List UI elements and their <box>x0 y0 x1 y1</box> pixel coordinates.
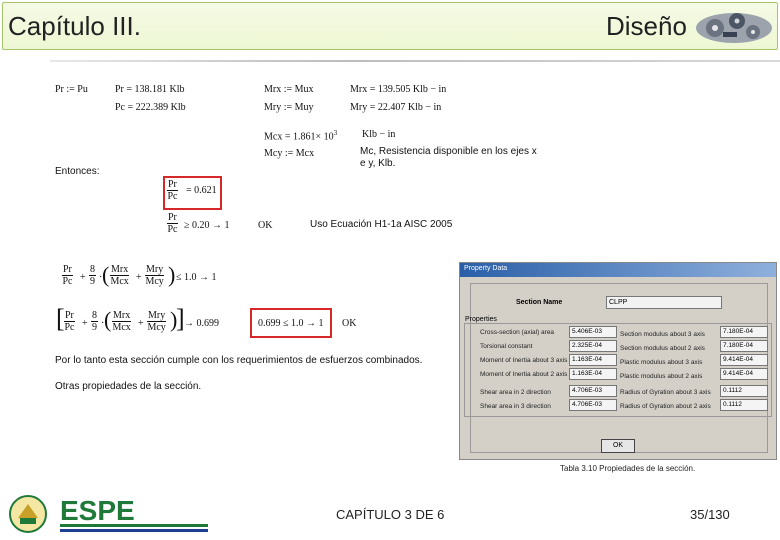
prop-label: Section modulus about 3 axis <box>620 331 705 338</box>
boxed-result: 0.699 ≤ 1.0 → 1 <box>258 318 324 329</box>
prop-value[interactable]: 9.414E-04 <box>720 354 768 366</box>
prop-label: Radius of Gyration about 3 axis <box>620 389 711 396</box>
expr2-plus: + <box>82 318 88 329</box>
prop-value[interactable]: 5.406E-03 <box>569 326 617 338</box>
prop-label: Radius of Gyration about 2 axis <box>620 403 711 410</box>
expr1-mrx-mcx: Mrx Mcx <box>110 264 130 287</box>
prop-value[interactable]: 1.163E-04 <box>569 354 617 366</box>
pc-value: Pc = 222.389 Klb <box>115 102 186 113</box>
expr1-plus-2: + <box>136 272 142 283</box>
section-name-field[interactable]: CLPP <box>606 296 722 309</box>
other-properties-text: Otras propiedades de la sección. <box>55 381 202 392</box>
prop-label: Section modulus about 2 axis <box>620 345 705 352</box>
expr2-pr-pc: Pr Pc <box>64 310 75 333</box>
prop-label: Shear area in 3 direction <box>480 403 551 410</box>
expr2-mry-mcy: Mry Mcy <box>147 310 167 333</box>
slide-header: Capítulo III. Diseño <box>0 0 780 52</box>
expr2-plus-2: + <box>138 318 144 329</box>
chapter-footer: CAPÍTULO 3 DE 6 <box>336 507 445 522</box>
dialog-ok-button[interactable]: OK <box>601 439 635 453</box>
entonces-label: Entonces: <box>55 166 100 177</box>
expr1-paren-open: ( <box>102 262 110 287</box>
prop-label: Cross-section (axial) area <box>480 329 555 336</box>
page-number: 35/130 <box>690 507 730 522</box>
prop-value[interactable]: 7.180E-04 <box>720 326 768 338</box>
prop-label: Shear area in 2 direction <box>480 389 551 396</box>
mrx-value: Mrx = 139.505 Klb − in <box>350 84 447 95</box>
prop-value[interactable]: 1.163E-04 <box>569 368 617 380</box>
expr2-paren-open: ( <box>104 307 112 332</box>
expr1-inequality: ≤ 1.0 → 1 <box>176 272 217 283</box>
pr-definition: Pr := Pu <box>55 84 88 95</box>
pr-value: Pr = 138.181 Klb <box>115 84 185 95</box>
expr1-pr-pc: Pr Pc <box>62 264 73 287</box>
ratio-condition: ≥ 0.20 → 1 <box>184 220 230 231</box>
mry-definition: Mry := Muy <box>264 102 314 113</box>
gears-logo-icon <box>696 13 772 43</box>
prop-value[interactable]: 9.414E-04 <box>720 368 768 380</box>
conclusion-text: Por lo tanto esta sección cumple con los… <box>55 355 423 366</box>
expr1-8-9: 89 <box>89 264 96 287</box>
header-rule <box>50 60 780 62</box>
ratio-value: = 0.621 <box>186 185 217 196</box>
mcx-value: Mcx = 1.861× 103 <box>264 129 338 143</box>
expr1-mry-mcy: Mry Mcy <box>145 264 165 287</box>
expr2-result: → 0.699 <box>184 318 219 329</box>
prop-label: Moment of Inertia about 3 axis <box>480 357 568 364</box>
prop-label: Moment of Inertia about 2 axis <box>480 371 568 378</box>
uso-ecuacion-label: Uso Ecuación H1-1a AISC 2005 <box>310 219 453 230</box>
property-data-dialog: Property Data Section Name CLPP Properti… <box>459 262 777 460</box>
mcy-definition: Mcy := Mcx <box>264 148 315 159</box>
mcx-unit: Klb − in <box>362 129 396 140</box>
espe-logo: ESPE <box>9 495 208 533</box>
table-caption: Tabla 3.10 Propiedades de la sección. <box>560 464 696 473</box>
prop-label: Torsional constant <box>480 343 533 350</box>
prop-value[interactable]: 0.1112 <box>720 399 768 411</box>
ok-label-2: OK <box>342 318 357 329</box>
espe-logo-text: ESPE <box>60 495 135 526</box>
expr1-paren-close: ) <box>168 262 176 287</box>
ok-label-1: OK <box>258 220 273 231</box>
expr2-8-9: 89 <box>91 310 98 333</box>
mry-value: Mry = 22.407 Klb − in <box>350 102 442 113</box>
prop-value[interactable]: 4.706E-03 <box>569 385 617 397</box>
prop-value[interactable]: 7.180E-04 <box>720 340 768 352</box>
pr-pc-fraction: Pr Pc <box>167 179 178 202</box>
prop-value[interactable]: 4.706E-03 <box>569 399 617 411</box>
properties-group-label: Properties <box>465 316 497 323</box>
chapter-title: Capítulo III. <box>8 11 141 41</box>
section-title: Diseño <box>606 11 687 41</box>
mc-note-line-1: Mc, Resistencia disponible en los ejes x <box>360 146 537 157</box>
section-name-label: Section Name <box>516 299 563 306</box>
mrx-definition: Mrx := Mux <box>264 84 314 95</box>
pr-pc-fraction-2: Pr Pc <box>167 212 178 235</box>
expr1-plus: + <box>80 272 86 283</box>
prop-value[interactable]: 0.1112 <box>720 385 768 397</box>
prop-value[interactable]: 2.325E-04 <box>569 340 617 352</box>
mc-note-line-2: e y, Klb. <box>360 158 396 169</box>
expr2-mrx-mcx: Mrx Mcx <box>112 310 132 333</box>
dialog-titlebar[interactable]: Property Data <box>460 263 776 277</box>
prop-label: Plastic modulus about 3 axis <box>620 359 703 366</box>
prop-label: Plastic modulus about 2 axis <box>620 373 703 380</box>
